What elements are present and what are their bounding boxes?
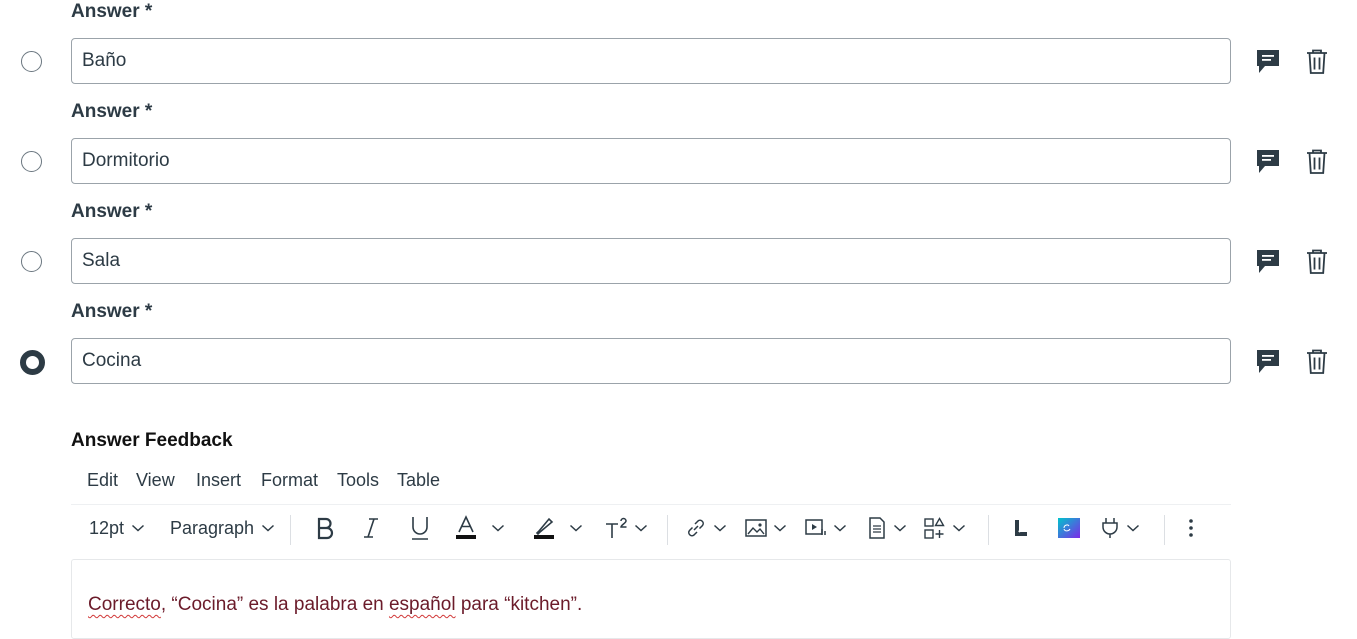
correct-answer-radio[interactable] xyxy=(21,51,42,72)
plugins-button[interactable] xyxy=(1100,513,1140,543)
more-options-button[interactable] xyxy=(1188,513,1194,543)
media-button[interactable] xyxy=(805,513,847,543)
italic-icon xyxy=(364,518,378,538)
text-color-button[interactable] xyxy=(455,513,505,543)
comment-icon xyxy=(1257,350,1279,373)
image-button[interactable] xyxy=(745,513,787,543)
document-button[interactable] xyxy=(867,513,907,543)
link-button[interactable] xyxy=(685,513,727,543)
answer-label: Answer * xyxy=(71,101,153,122)
chevron-down-icon xyxy=(132,524,145,532)
answer-label: Answer * xyxy=(71,1,153,22)
delete-answer-button[interactable] xyxy=(1303,48,1331,76)
block-format-select[interactable]: Paragraph xyxy=(170,513,275,543)
chevron-down-icon xyxy=(952,524,966,532)
apps-button[interactable] xyxy=(924,513,966,543)
plug-icon xyxy=(1102,518,1118,538)
answer-label: Answer * xyxy=(71,301,153,322)
chevron-down-icon xyxy=(491,524,505,532)
feedback-text-part: , “Cocina” es la palabra en xyxy=(160,594,389,615)
toolbar-divider xyxy=(1164,515,1165,545)
correct-answer-radio-selected[interactable] xyxy=(20,350,45,375)
correct-answer-radio[interactable] xyxy=(21,151,42,172)
text-color-icon xyxy=(456,515,476,539)
image-icon xyxy=(745,519,767,537)
chevron-down-icon xyxy=(1126,524,1140,532)
comment-icon xyxy=(1257,50,1279,73)
menu-tools[interactable]: Tools xyxy=(334,466,382,494)
menu-edit[interactable]: Edit xyxy=(84,466,121,494)
document-icon xyxy=(869,517,885,539)
toolbar-divider xyxy=(988,515,989,545)
trash-icon xyxy=(1307,349,1327,374)
media-icon xyxy=(805,519,826,535)
menu-format[interactable]: Format xyxy=(258,466,321,494)
highlighter-icon xyxy=(534,517,554,539)
underline-icon xyxy=(412,517,428,540)
feedback-text: Correcto, “Cocina” es la palabra en espa… xyxy=(88,594,582,616)
font-size-select[interactable]: 12pt xyxy=(89,513,145,543)
block-format-value: Paragraph xyxy=(170,517,255,538)
lti-tool-icon xyxy=(1015,520,1027,536)
chevron-down-icon xyxy=(634,524,648,532)
chevron-down-icon xyxy=(893,524,907,532)
chevron-down-icon xyxy=(713,524,727,532)
toolbar-divider xyxy=(290,515,291,545)
chevron-down-icon xyxy=(569,524,583,532)
bold-icon xyxy=(317,517,334,540)
answer-input[interactable] xyxy=(71,338,1231,384)
more-vertical-icon xyxy=(1189,519,1193,537)
chevron-down-icon xyxy=(833,524,847,532)
menu-insert[interactable]: Insert xyxy=(193,466,244,494)
answer-label: Answer * xyxy=(71,201,153,222)
superscript-icon xyxy=(606,517,627,538)
bold-button[interactable] xyxy=(314,513,336,543)
editor-toolbar: 12pt Paragraph xyxy=(71,504,1231,551)
highlight-color-button[interactable] xyxy=(533,513,583,543)
italic-button[interactable] xyxy=(361,513,381,543)
answer-input[interactable] xyxy=(71,38,1231,84)
answer-input[interactable] xyxy=(71,138,1231,184)
delete-answer-button[interactable] xyxy=(1303,348,1331,376)
menu-view[interactable]: View xyxy=(133,466,178,494)
trash-icon xyxy=(1307,49,1327,74)
comment-icon xyxy=(1257,150,1279,173)
feedback-text-part: español xyxy=(388,594,456,615)
apps-icon xyxy=(924,517,945,539)
trash-icon xyxy=(1307,149,1327,174)
delete-answer-button[interactable] xyxy=(1303,248,1331,276)
toolbar-divider xyxy=(667,515,668,545)
trash-icon xyxy=(1307,249,1327,274)
delete-answer-button[interactable] xyxy=(1303,148,1331,176)
comment-icon xyxy=(1257,250,1279,273)
answer-feedback-button[interactable] xyxy=(1254,348,1282,376)
editor-menubar: Edit View Insert Format Tools Table xyxy=(71,466,1231,496)
chevron-down-icon xyxy=(773,524,787,532)
answer-feedback-title: Answer Feedback xyxy=(71,430,233,451)
correct-answer-radio[interactable] xyxy=(21,251,42,272)
canva-button[interactable] xyxy=(1058,513,1080,543)
answer-feedback-button[interactable] xyxy=(1254,248,1282,276)
link-icon xyxy=(688,519,704,537)
lti-tool-button[interactable] xyxy=(1012,513,1030,543)
menu-table[interactable]: Table xyxy=(394,466,443,494)
canva-icon xyxy=(1058,518,1080,538)
answer-input[interactable] xyxy=(71,238,1231,284)
feedback-text-part: para “kitchen”. xyxy=(455,594,583,615)
feedback-text-part: Correcto xyxy=(88,594,161,615)
underline-button[interactable] xyxy=(409,513,431,543)
answer-feedback-button[interactable] xyxy=(1254,148,1282,176)
chevron-down-icon xyxy=(262,524,275,532)
superscript-button[interactable] xyxy=(604,513,648,543)
font-size-value: 12pt xyxy=(89,517,125,538)
answer-feedback-button[interactable] xyxy=(1254,48,1282,76)
feedback-editor[interactable]: Correcto, “Cocina” es la palabra en espa… xyxy=(71,559,1231,639)
